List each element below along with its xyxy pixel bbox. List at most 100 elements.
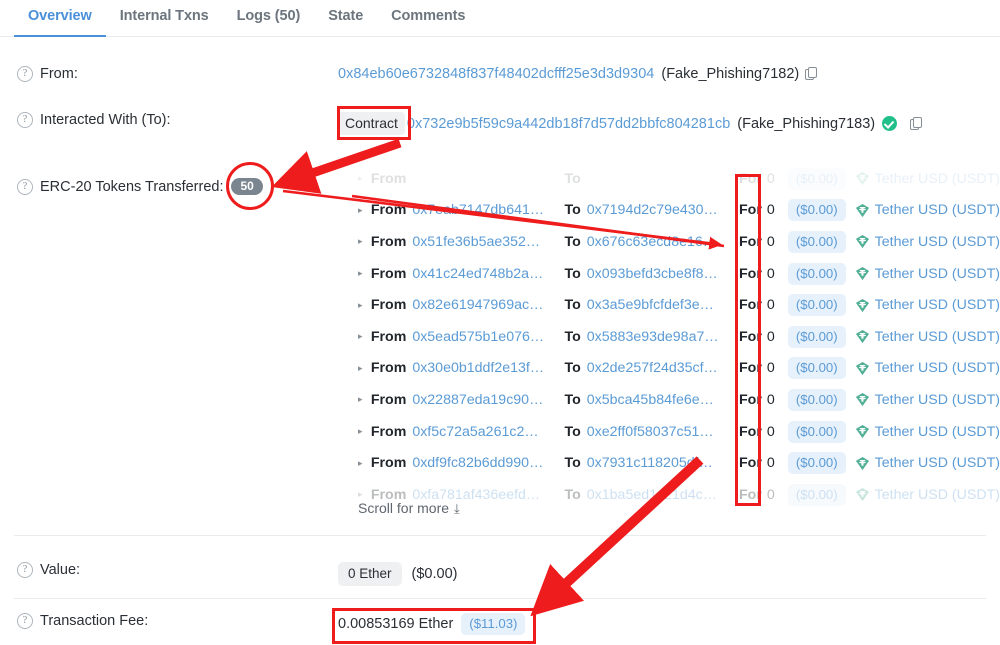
tab-logs[interactable]: Logs (50) [223,0,315,35]
transfer-amount: 0 [766,486,775,503]
transfer-token-name[interactable]: Tether USD (USDT) [875,234,1000,250]
expand-caret-icon[interactable]: ▸ [358,236,366,247]
transfer-token-name[interactable]: Tether USD (USDT) [875,487,1000,503]
table-row[interactable]: ▸ From 0x51fe36b5ae352… To 0x676c63ecd8e… [338,226,1000,258]
table-row[interactable]: ▸ From 0xdf9fc82b6dd990… To 0x7931c11820… [338,447,1000,479]
tab-internal-txns[interactable]: Internal Txns [106,0,223,35]
expand-caret-icon[interactable]: ▸ [358,458,366,469]
transfer-to-address[interactable]: 0x3a5e9bfcfdef3e… [587,297,732,313]
transfer-token-name[interactable]: Tether USD (USDT) [875,266,1000,282]
transfer-to-address[interactable]: 0x1ba5ed1c21d4c… [587,487,732,503]
tab-overview[interactable]: Overview [14,0,106,37]
value-interacted-with: Contract 0x732e9b5f59c9a442db18f7d57dd2b… [338,112,1000,135]
for-keyword: For [739,455,762,472]
transfer-from-address[interactable]: 0x30e0b1ddf2e13f… [412,360,557,376]
table-row[interactable]: ▸ From 0x5ead575b1e076… To 0x5883e93de98… [338,321,1000,353]
help-icon[interactable]: ? [17,66,33,82]
transfer-token-name[interactable]: Tether USD (USDT) [875,392,1000,408]
help-icon[interactable]: ? [17,178,33,195]
expand-caret-icon[interactable]: ▸ [358,205,366,216]
transfer-amount: 0 [766,455,775,472]
transfer-token-name[interactable]: Tether USD (USDT) [875,297,1000,313]
transfer-from-address[interactable]: 0x7eab7147db641… [412,202,557,218]
to-address-link[interactable]: 0x732e9b5f59c9a442db18f7d57dd2bbfc804281… [407,116,730,132]
tab-comments[interactable]: Comments [377,0,479,35]
transfer-to-address[interactable]: 0x5bca45b84fe6e… [587,392,732,408]
transfer-token-name[interactable]: Tether USD (USDT) [875,171,1000,187]
transfer-from-address[interactable]: 0x5ead575b1e076… [412,329,557,345]
transfer-usd-value: ($0.00) [787,294,846,317]
transfer-token-name[interactable]: Tether USD (USDT) [875,455,1000,471]
transfer-to-address[interactable]: 0x7194d2c79e430… [587,202,732,218]
for-keyword: For [739,391,762,408]
erc20-count-badge: 50 [231,178,263,195]
label-erc20-transfers: ? ERC-20 Tokens Transferred: 50 [0,178,338,195]
expand-caret-icon[interactable]: ▸ [358,300,366,311]
tether-icon [855,266,870,281]
transfer-from-address[interactable]: 0xdf9fc82b6dd990… [412,455,557,471]
to-keyword: To [564,455,581,472]
expand-caret-icon[interactable]: ▸ [358,394,366,405]
tether-icon [855,298,870,313]
transfer-from-address[interactable]: 0x22887eda19c90… [412,392,557,408]
table-row[interactable]: ▸ From 0x41c24ed748b2a… To 0x093befd3cbe… [338,258,1000,290]
transfer-to-address[interactable]: 0x093befd3cbe8f8… [587,266,732,282]
expand-caret-icon[interactable]: ▸ [358,363,366,374]
scroll-for-more-button[interactable]: Scroll for more ⤓ [358,500,460,517]
label-value-text: Value: [40,562,81,578]
table-row[interactable]: ▸ From 0xf5c72a5a261c2… To 0xe2ff0f58037… [338,416,1000,448]
transfer-from-address[interactable]: 0x41c24ed748b2a… [412,266,557,282]
fee-usd-badge: ($11.03) [461,613,526,635]
expand-caret-icon[interactable]: ▸ [358,426,366,437]
transfer-to-address[interactable]: 0x676c63ecd8e16… [587,234,732,250]
for-keyword: For [739,297,762,314]
label-interacted-with-text: Interacted With (To): [40,112,171,128]
fee-ether-amount: 0.00853169 Ether [338,616,454,632]
transfer-to-address[interactable]: 0x5883e93de98a7… [587,329,732,345]
tab-state[interactable]: State [314,0,377,35]
expand-caret-icon[interactable]: ▸ [358,489,366,500]
table-row[interactable]: ▸ From 0x30e0b1ddf2e13f… To 0x2de257f24d… [338,353,1000,385]
tether-icon [855,361,870,376]
transfer-token-name[interactable]: Tether USD (USDT) [875,202,1000,218]
from-keyword: From [370,360,407,377]
transfer-from-address[interactable]: 0x82e61947969ac… [412,297,557,313]
transfer-from-address[interactable]: 0x51fe36b5ae352… [412,234,557,250]
token-transfer-list[interactable]: ▸ From To For 0 ($0.00) Tether USD (USDT… [338,163,1000,515]
for-keyword: For [739,202,762,219]
transfer-to-address[interactable]: 0x7931c118205df… [587,455,732,471]
transfer-token-name[interactable]: Tether USD (USDT) [875,424,1000,440]
transfer-from-address[interactable]: 0xf5c72a5a261c2… [412,424,557,440]
from-keyword: From [370,202,407,219]
table-row[interactable]: ▸ From 0x22887eda19c90… To 0x5bca45b84fe… [338,384,1000,416]
transfer-token-name[interactable]: Tether USD (USDT) [875,360,1000,376]
to-keyword: To [564,265,581,282]
help-icon[interactable]: ? [17,112,33,128]
row-interacted-with: ? Interacted With (To): Contract 0x732e9… [0,112,1000,135]
expand-caret-icon[interactable]: ▸ [358,268,366,279]
for-keyword: For [739,265,762,282]
transfer-to-address[interactable]: 0x2de257f24d35cf… [587,360,732,376]
to-keyword: To [564,391,581,408]
label-from: ? From: [0,66,338,82]
transfer-to-address[interactable]: 0xe2ff0f58037c51… [587,424,732,440]
table-row[interactable]: ▸ From 0x7eab7147db641… To 0x7194d2c79e4… [338,195,1000,227]
expand-caret-icon[interactable]: ▸ [358,173,366,184]
transfer-usd-value: ($0.00) [787,452,846,475]
help-icon[interactable]: ? [17,613,33,629]
from-keyword: From [370,455,407,472]
tether-icon [855,392,870,407]
transfer-amount: 0 [766,423,775,440]
copy-icon[interactable] [910,116,923,131]
help-icon[interactable]: ? [17,562,33,578]
transfer-usd-value: ($0.00) [787,325,846,348]
table-row[interactable]: ▸ From 0x82e61947969ac… To 0x3a5e9bfcfde… [338,289,1000,321]
from-address-link[interactable]: 0x84eb60e6732848f837f48402dcfff25e3d3d93… [338,66,654,82]
transfer-token-name[interactable]: Tether USD (USDT) [875,329,1000,345]
for-keyword: For [739,423,762,440]
table-row[interactable]: ▸ From To For 0 ($0.00) Tether USD (USDT… [338,163,1000,195]
copy-icon[interactable] [805,67,818,81]
expand-caret-icon[interactable]: ▸ [358,331,366,342]
from-keyword: From [370,391,407,408]
transfer-usd-value: ($0.00) [787,199,846,222]
